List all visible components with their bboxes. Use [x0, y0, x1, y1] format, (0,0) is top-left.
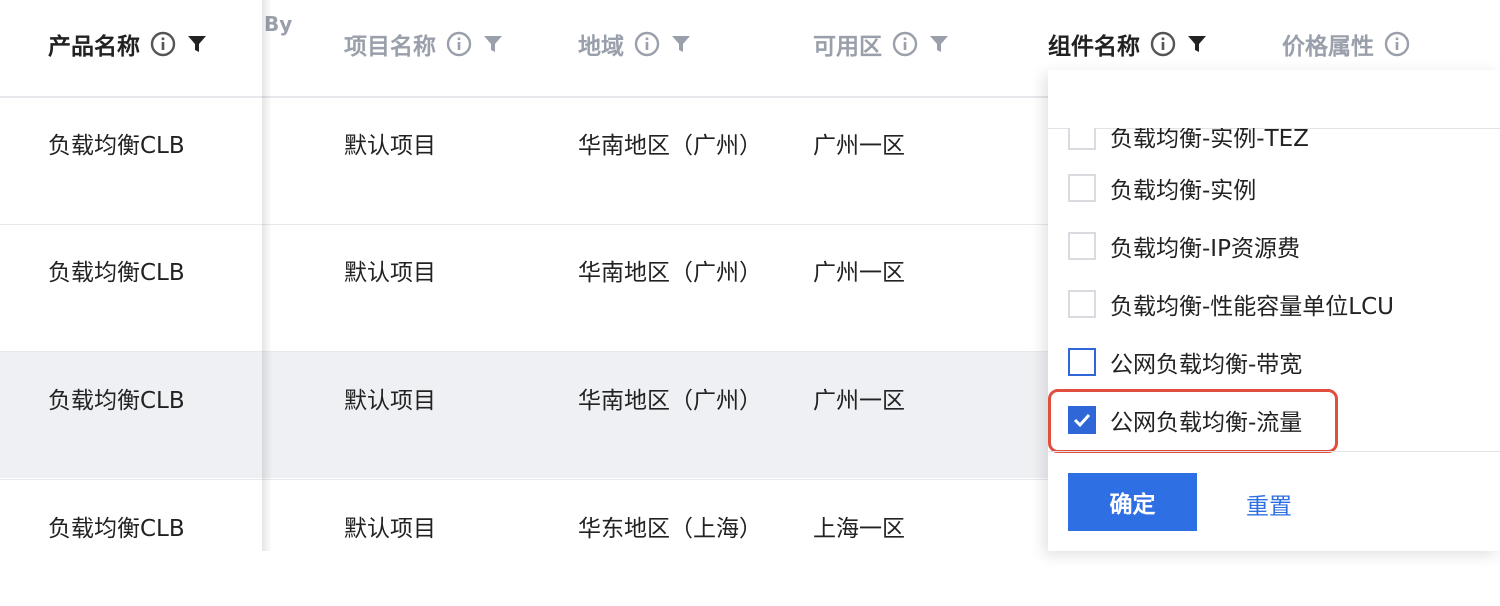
column-header-label: 项目名称	[344, 34, 436, 60]
filter-option[interactable]: 负载均衡-IP资源费	[1068, 226, 1300, 266]
filter-icon[interactable]	[482, 33, 504, 55]
cell-region: 华东地区（上海）	[578, 516, 762, 542]
column-header-label: 组件名称	[1048, 34, 1140, 60]
checkbox[interactable]	[1068, 174, 1096, 202]
info-icon[interactable]	[1384, 31, 1410, 57]
cell-zone: 上海一区	[813, 516, 905, 542]
info-icon[interactable]	[150, 31, 176, 57]
cell-region: 华南地区（广州）	[578, 133, 762, 159]
column-header-project-name: 项目名称	[344, 26, 504, 62]
column-header-label: 地域	[578, 34, 624, 60]
filter-option[interactable]: 公网负载均衡-带宽	[1068, 342, 1302, 382]
filter-option-label: 负载均衡-实例	[1110, 178, 1257, 204]
filter-option-label: 负载均衡-IP资源费	[1110, 236, 1300, 262]
selection-highlight-box	[1048, 389, 1338, 453]
cell-zone: 广州一区	[813, 133, 905, 159]
filter-option-label: 负载均衡-性能容量单位LCU	[1110, 294, 1395, 320]
cell-region: 华南地区（广州）	[578, 388, 762, 414]
filter-icon[interactable]	[186, 33, 208, 55]
filter-option-label: 公网负载均衡-带宽	[1110, 352, 1303, 378]
cell-product: 负载均衡CLB	[48, 133, 185, 159]
cell-zone: 广州一区	[813, 388, 905, 414]
column-header-product-name: 产品名称	[48, 26, 208, 62]
confirm-button[interactable]: 确定	[1068, 473, 1197, 531]
filter-option-label: 负载均衡-实例-TEZ	[1110, 128, 1309, 152]
cell-project: 默认项目	[344, 260, 436, 286]
cell-project: 默认项目	[344, 133, 436, 159]
cell-project: 默认项目	[344, 388, 436, 414]
fixed-column-shadow	[262, 0, 272, 551]
footer-divider	[1048, 451, 1500, 452]
filter-option[interactable]: 负载均衡-实例	[1068, 168, 1256, 208]
reset-button[interactable]: 重置	[1246, 487, 1292, 521]
column-header-label: 产品名称	[48, 34, 140, 60]
filter-option[interactable]: 负载均衡-性能容量单位LCU	[1068, 284, 1394, 324]
column-header-zone: 可用区	[813, 26, 950, 62]
column-header-price-attribute: 价格属性	[1282, 26, 1420, 62]
column-header-component-name: 组件名称	[1048, 26, 1208, 62]
cell-product: 负载均衡CLB	[48, 260, 185, 286]
info-icon[interactable]	[446, 31, 472, 57]
cell-zone: 广州一区	[813, 260, 905, 286]
checkbox[interactable]	[1068, 290, 1096, 318]
filter-icon[interactable]	[1186, 33, 1208, 55]
filter-icon[interactable]	[928, 33, 950, 55]
filter-icon[interactable]	[670, 33, 692, 55]
filter-search-input[interactable]	[1048, 70, 1500, 129]
cell-product: 负载均衡CLB	[48, 388, 185, 414]
filter-option[interactable]: 负载均衡-实例-TEZ	[1068, 128, 1309, 156]
column-header-label: 可用区	[813, 34, 882, 60]
info-icon[interactable]	[1150, 31, 1176, 57]
bill-detail-table: 产品名称 By 项目名称 地域 可用区 组件名称 价格属性 负载均衡CLB 默认…	[0, 0, 1500, 606]
info-icon[interactable]	[634, 31, 660, 57]
cell-region: 华南地区（广州）	[578, 260, 762, 286]
info-icon[interactable]	[892, 31, 918, 57]
checkbox[interactable]	[1068, 232, 1096, 260]
checkbox[interactable]	[1068, 128, 1096, 150]
component-filter-dropdown: 负载均衡-实例-TEZ 负载均衡-实例 负载均衡-IP资源费 负载均衡-性能容量…	[1048, 70, 1500, 551]
column-header-region: 地域	[578, 26, 692, 62]
column-header-label: 价格属性	[1282, 34, 1374, 60]
cell-product: 负载均衡CLB	[48, 516, 185, 542]
cell-project: 默认项目	[344, 516, 436, 542]
checkbox[interactable]	[1068, 348, 1096, 376]
